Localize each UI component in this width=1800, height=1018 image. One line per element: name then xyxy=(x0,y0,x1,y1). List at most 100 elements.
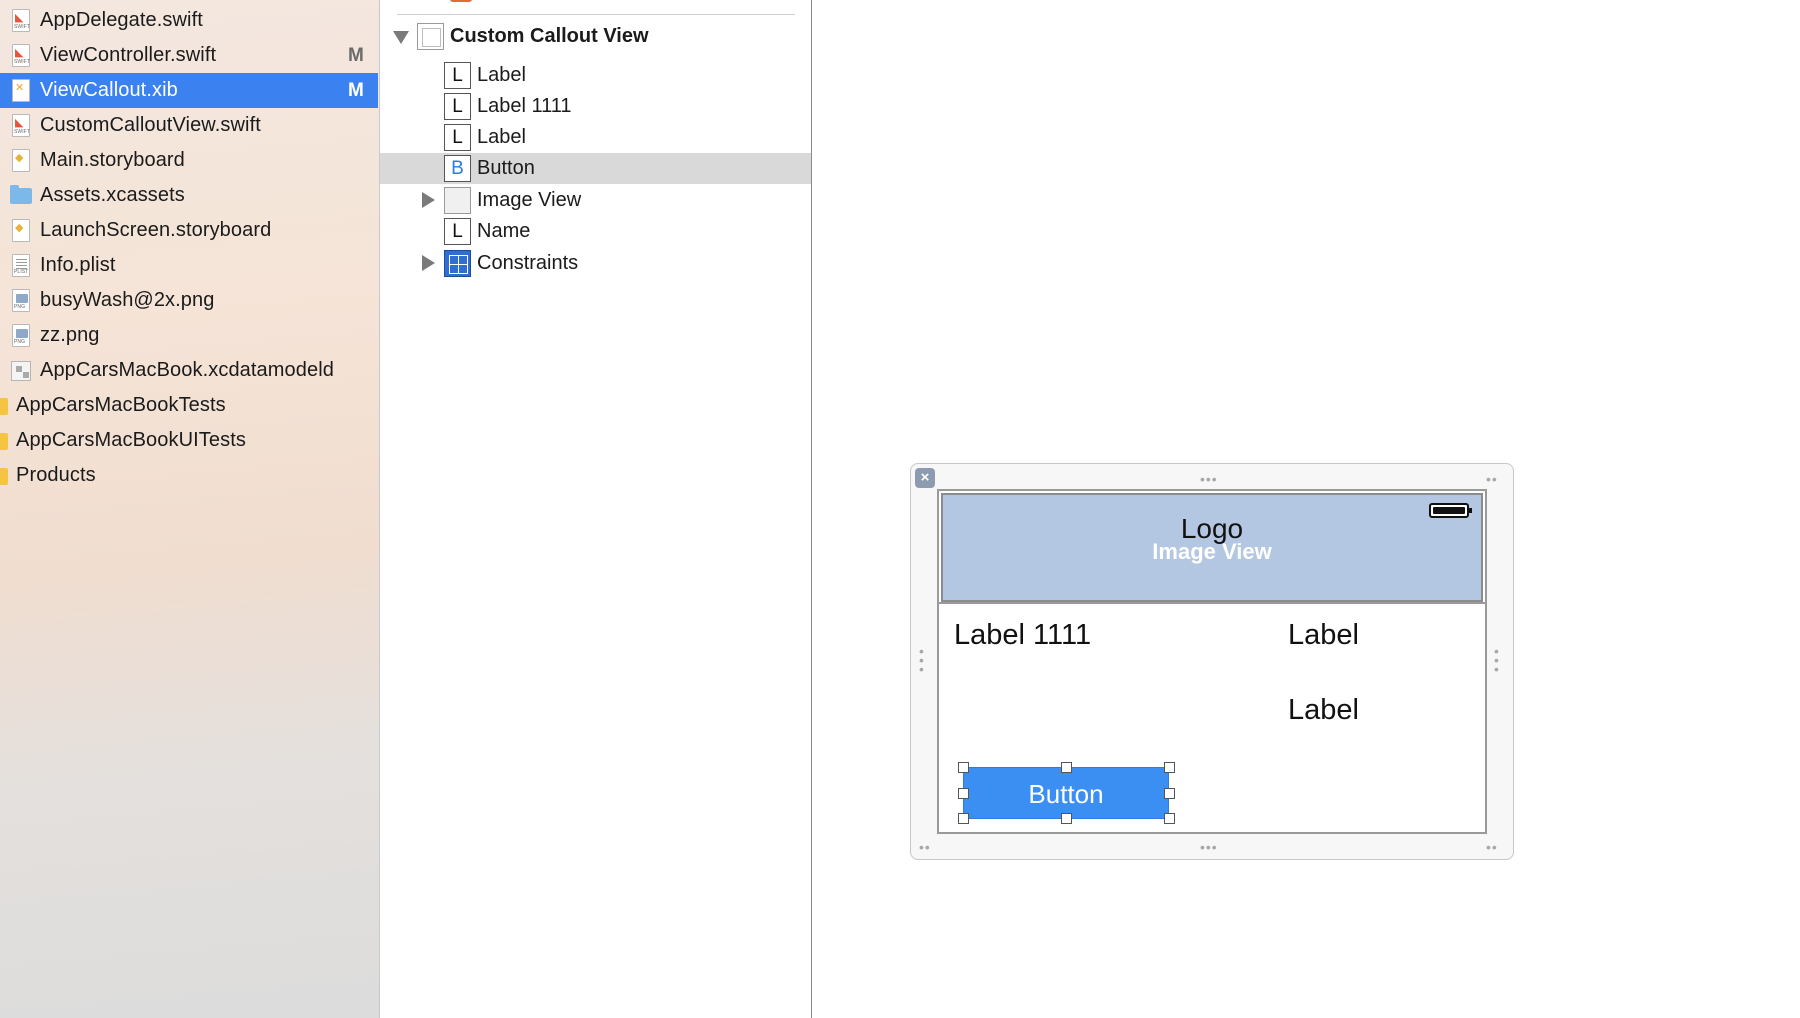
nav-file-label: Main.storyboard xyxy=(40,149,185,171)
nav-file-appdelegate[interactable]: ◣ SWIFT AppDelegate.swift xyxy=(0,3,378,38)
callout-button[interactable]: Button xyxy=(963,767,1169,819)
nav-file-viewcallout[interactable]: ✕ ViewCallout.xib M xyxy=(0,73,378,108)
outline-item-label-2[interactable]: L Label xyxy=(380,122,811,153)
nav-file-label: ViewController.swift xyxy=(40,44,217,66)
nav-file-label: AppDelegate.swift xyxy=(40,9,203,31)
nav-group-label: AppCarsMacBookUITests xyxy=(16,429,246,451)
nav-file-label: Info.plist xyxy=(40,254,116,276)
custom-callout-view[interactable]: Logo Image View Label 1111 Label Label B… xyxy=(937,489,1487,834)
label-object-icon: L xyxy=(444,62,471,89)
nav-file-main-storyboard[interactable]: ◆ Main.storyboard xyxy=(0,143,378,178)
nav-file-label: ViewCallout.xib xyxy=(40,79,178,101)
scm-status-badge: M xyxy=(348,44,364,66)
nav-file-label: AppCarsMacBook.xcdatamodeld xyxy=(40,359,334,381)
nav-file-busywash[interactable]: PNG busyWash@2x.png xyxy=(0,283,378,318)
nav-file-label: CustomCalloutView.swift xyxy=(40,114,261,136)
swift-file-icon: ◣ SWIFT xyxy=(10,113,32,139)
view-object-icon xyxy=(417,23,444,50)
plist-file-icon: PLIST xyxy=(10,253,32,279)
label-object-icon: L xyxy=(444,93,471,120)
image-view-object-icon xyxy=(444,187,471,214)
resize-grip-right-icon[interactable]: • • • xyxy=(1494,644,1502,676)
outline-item-button[interactable]: B Button xyxy=(380,153,811,184)
outline-item-text: Constraints xyxy=(477,252,579,274)
nav-file-launchscreen[interactable]: ◆ LaunchScreen.storyboard xyxy=(0,213,378,248)
swift-file-icon: ◣ SWIFT xyxy=(10,43,32,69)
xib-scene[interactable]: × ••• •• • • • • • • •• ••• •• Logo Image Vi… xyxy=(910,463,1514,860)
png-file-icon: PNG xyxy=(10,323,32,349)
swift-file-icon: ◣ SWIFT xyxy=(10,8,32,34)
selection-handle[interactable] xyxy=(1164,788,1175,799)
outline-item-text: Name xyxy=(477,220,531,242)
resize-grip-left-icon[interactable]: • • • xyxy=(919,644,927,676)
nav-file-label: Assets.xcassets xyxy=(40,184,185,206)
outline-item-label[interactable]: L Label xyxy=(380,60,811,91)
outline-root-custom-callout-view[interactable]: Custom Callout View xyxy=(380,21,811,52)
storyboard-file-icon: ◆ xyxy=(10,148,32,174)
label-1111[interactable]: Label 1111 xyxy=(954,619,1091,652)
resize-grip-corner-icon[interactable]: •• xyxy=(919,840,931,854)
folder-icon xyxy=(0,428,8,454)
png-file-icon: PNG xyxy=(10,288,32,314)
nav-group-label: AppCarsMacBookTests xyxy=(16,394,226,416)
cut-off-item-icon xyxy=(450,0,472,2)
selection-handle[interactable] xyxy=(1164,813,1175,824)
outline-item-label-1111[interactable]: L Label 1111 xyxy=(380,91,811,122)
resize-grip-corner-icon[interactable]: •• xyxy=(1486,472,1498,486)
nav-file-viewcontroller[interactable]: ◣ SWIFT ViewController.swift M xyxy=(0,38,378,73)
interface-builder-canvas[interactable]: × ••• •• • • • • • • •• ••• •• Logo Image Vi… xyxy=(813,0,1800,1018)
project-navigator: ◣ SWIFT AppDelegate.swift ◣ SWIFT ViewCont… xyxy=(0,0,380,1018)
label-bottom-right[interactable]: Label xyxy=(1288,694,1359,727)
xib-file-icon: ✕ xyxy=(10,78,32,104)
label-object-icon: L xyxy=(444,218,471,245)
resize-grip-bottom-icon[interactable]: ••• xyxy=(1200,840,1218,854)
disclosure-triangle-collapsed-icon[interactable] xyxy=(422,192,435,208)
label-top-right[interactable]: Label xyxy=(1288,619,1359,652)
nav-file-info-plist[interactable]: PLIST Info.plist xyxy=(0,248,378,283)
resize-grip-corner-icon[interactable]: •• xyxy=(1486,840,1498,854)
outline-item-text: Label 1111 xyxy=(477,95,572,117)
folder-icon xyxy=(0,463,8,489)
asset-catalog-icon xyxy=(10,183,32,209)
outline-item-text: Image View xyxy=(477,189,582,211)
outline-item-image-view[interactable]: Image View xyxy=(380,185,811,216)
image-view-placeholder: Image View xyxy=(1152,539,1272,564)
nav-file-label: busyWash@2x.png xyxy=(40,289,215,311)
selection-handle[interactable] xyxy=(958,813,969,824)
resize-grip-top-icon[interactable]: ••• xyxy=(1200,472,1218,486)
selection-handle[interactable] xyxy=(958,762,969,773)
nav-file-datamodel[interactable]: AppCarsMacBook.xcdatamodeld xyxy=(0,353,378,388)
divider xyxy=(939,602,1485,604)
selection-handle[interactable] xyxy=(1061,813,1072,824)
nav-file-label: LaunchScreen.storyboard xyxy=(40,219,272,241)
nav-file-assets[interactable]: Assets.xcassets xyxy=(0,178,378,213)
button-object-icon: B xyxy=(444,155,471,182)
selection-handle[interactable] xyxy=(958,788,969,799)
disclosure-triangle-collapsed-icon[interactable] xyxy=(422,255,435,271)
storyboard-file-icon: ◆ xyxy=(10,218,32,244)
nav-group-products[interactable]: Products xyxy=(0,458,378,493)
disclosure-triangle-expanded-icon[interactable] xyxy=(393,31,409,44)
outline-item-constraints[interactable]: Constraints xyxy=(380,248,811,279)
data-model-icon xyxy=(10,358,32,384)
label-object-icon: L xyxy=(444,124,471,151)
outline-root-label: Custom Callout View xyxy=(450,25,649,47)
image-view[interactable]: Logo Image View xyxy=(941,493,1483,602)
folder-icon xyxy=(0,393,8,419)
constraints-icon xyxy=(444,250,471,277)
nav-file-customcalloutview[interactable]: ◣ SWIFT CustomCalloutView.swift xyxy=(0,108,378,143)
battery-icon xyxy=(1429,503,1472,518)
nav-file-zz[interactable]: PNG zz.png xyxy=(0,318,378,353)
nav-group-uitests[interactable]: AppCarsMacBookUITests xyxy=(0,423,378,458)
document-outline: Custom Callout View L Label L Label 1111… xyxy=(380,0,812,1018)
outline-item-text: Label xyxy=(477,64,526,86)
nav-group-tests[interactable]: AppCarsMacBookTests xyxy=(0,388,378,423)
selection-handle[interactable] xyxy=(1164,762,1175,773)
close-icon[interactable]: × xyxy=(915,468,935,488)
outline-item-text: Button xyxy=(477,157,535,179)
scm-status-badge: M xyxy=(348,79,364,101)
outline-separator xyxy=(397,14,795,15)
nav-file-label: zz.png xyxy=(40,324,100,346)
selection-handle[interactable] xyxy=(1061,762,1072,773)
outline-item-name[interactable]: L Name xyxy=(380,216,811,247)
